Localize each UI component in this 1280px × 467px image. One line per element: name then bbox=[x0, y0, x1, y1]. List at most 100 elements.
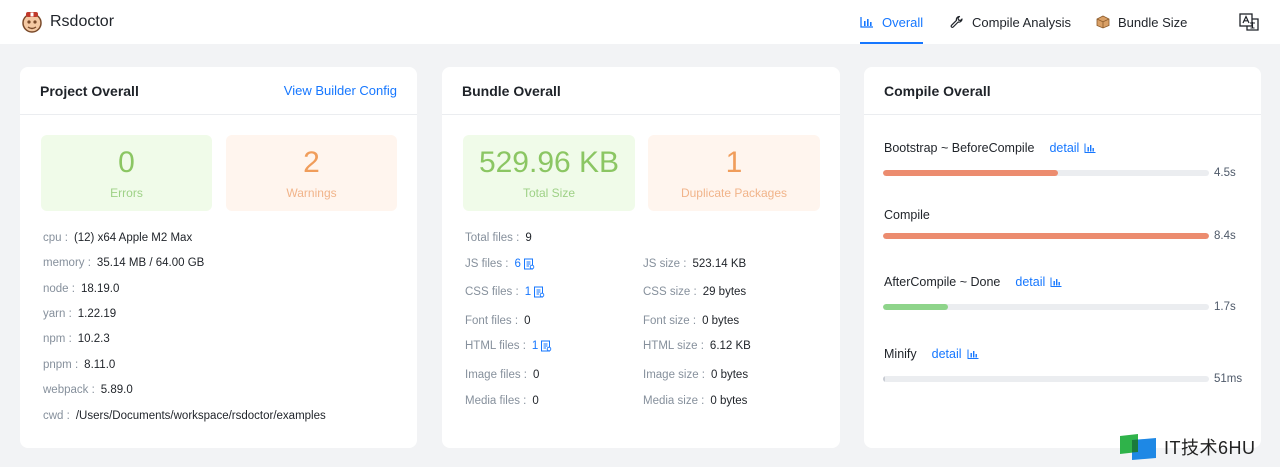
file-count-value: 0 bbox=[524, 315, 531, 327]
size-key: HTML size : bbox=[643, 340, 704, 352]
bundle-overall-card: Bundle Overall 529.96 KB Total Size 1 Du… bbox=[442, 67, 840, 448]
project-card-header: Project Overall View Builder Config bbox=[20, 67, 417, 115]
compile-step-bar-fill bbox=[883, 233, 1209, 239]
compile-step-time: 8.4s bbox=[1214, 230, 1236, 242]
compile-step-time: 1.7s bbox=[1214, 301, 1236, 313]
warnings-stat[interactable]: 2 Warnings bbox=[226, 135, 397, 211]
compile-step-bar-fill bbox=[883, 170, 1058, 176]
file-count-value: 0 bbox=[533, 369, 540, 381]
css-files-row: CSS files : 1 bbox=[465, 286, 545, 298]
tab-overall-label: Overall bbox=[882, 14, 924, 30]
translate-icon bbox=[1239, 13, 1259, 31]
total-size-stat[interactable]: 529.96 KB Total Size bbox=[463, 135, 635, 211]
language-switch-button[interactable] bbox=[1239, 13, 1259, 31]
font-files-row: Font files : 0 bbox=[465, 315, 530, 327]
compile-step-time: 51ms bbox=[1214, 373, 1243, 385]
file-count-key: HTML files : bbox=[465, 340, 526, 352]
env-row-cwd: cwd : /Users/Documents/workspace/rsdocto… bbox=[43, 410, 326, 422]
duplicate-packages-count: 1 bbox=[725, 146, 743, 179]
detail-link[interactable]: detail bbox=[932, 347, 979, 361]
file-count-value: 0 bbox=[532, 395, 539, 407]
project-card-title: Project Overall bbox=[40, 82, 139, 99]
compile-step-title: Minify detail bbox=[884, 347, 979, 361]
env-row-node: node : 18.19.0 bbox=[43, 283, 119, 295]
js-files-link[interactable]: 6 bbox=[514, 258, 535, 270]
file-list-icon bbox=[523, 258, 535, 270]
env-key: npm : bbox=[43, 333, 72, 345]
compile-card-title: Compile Overall bbox=[884, 82, 991, 99]
compile-step-bar bbox=[883, 233, 1209, 239]
project-overall-card: Project Overall View Builder Config 0 Er… bbox=[20, 67, 417, 448]
errors-stat[interactable]: 0 Errors bbox=[41, 135, 212, 211]
css-files-link[interactable]: 1 bbox=[525, 286, 545, 298]
detail-link-label: detail bbox=[1015, 275, 1046, 289]
detail-link-label: detail bbox=[1049, 141, 1080, 155]
rsdoctor-logo-icon bbox=[22, 12, 42, 33]
compile-step-bar-fill bbox=[883, 376, 885, 382]
file-count-value: 6 bbox=[514, 258, 521, 270]
media-files-row: Media files : 0 bbox=[465, 395, 539, 407]
file-count-value: 1 bbox=[524, 286, 532, 298]
compile-step-time: 4.5s bbox=[1214, 167, 1236, 179]
bar-chart-icon bbox=[1084, 143, 1096, 153]
warnings-count: 2 bbox=[303, 146, 320, 179]
tab-compile-analysis[interactable]: Compile Analysis bbox=[950, 0, 1071, 44]
env-key: pnpm : bbox=[43, 359, 79, 371]
env-row-pnpm: pnpm : 8.11.0 bbox=[43, 359, 115, 371]
watermark: IT技术6HU bbox=[1118, 432, 1256, 462]
tab-bundle-size[interactable]: Bundle Size bbox=[1096, 0, 1187, 44]
env-value: /Users/Documents/workspace/rsdoctor/exam… bbox=[75, 410, 326, 422]
compile-step-title: Bootstrap ~ BeforeCompile detail bbox=[884, 141, 1096, 155]
errors-label: Errors bbox=[110, 186, 143, 200]
tab-compile-analysis-label: Compile Analysis bbox=[972, 14, 1071, 30]
watermark-logo-icon bbox=[1120, 434, 1156, 460]
view-builder-config-link[interactable]: View Builder Config bbox=[284, 83, 397, 98]
file-count-key: Font files : bbox=[465, 315, 519, 327]
env-key: node : bbox=[43, 283, 75, 295]
html-files-link[interactable]: 1 bbox=[532, 340, 552, 352]
compile-card-header: Compile Overall bbox=[864, 67, 1261, 115]
file-count-value: 1 bbox=[531, 340, 539, 352]
brand[interactable]: Rsdoctor bbox=[18, 8, 114, 36]
env-value: 18.19.0 bbox=[80, 283, 120, 295]
top-header: Rsdoctor Overall Compile Analysis Bundle… bbox=[0, 0, 1280, 44]
compile-step-title: AfterCompile ~ Done detail bbox=[884, 275, 1062, 289]
file-list-icon bbox=[534, 286, 545, 298]
size-key: CSS size : bbox=[643, 286, 697, 298]
css-size-row: CSS size : 29 bytes bbox=[643, 286, 746, 298]
detail-link[interactable]: detail bbox=[1015, 275, 1062, 289]
js-size-row: JS size : 523.14 KB bbox=[643, 258, 746, 270]
total-size-label: Total Size bbox=[522, 186, 576, 200]
total-size-value: 529.96 KB bbox=[478, 146, 620, 179]
js-files-row: JS files : 6 bbox=[465, 258, 535, 270]
bundle-card-header: Bundle Overall bbox=[442, 67, 840, 115]
env-key: webpack : bbox=[43, 384, 95, 396]
font-size-row: Font size : 0 bytes bbox=[643, 315, 739, 327]
app-name: Rsdoctor bbox=[50, 13, 115, 30]
file-count-key: Total files : bbox=[465, 232, 520, 244]
size-value: 0 bytes bbox=[711, 369, 749, 381]
env-value: 1.22.19 bbox=[77, 308, 117, 320]
env-key: cpu : bbox=[43, 232, 68, 244]
watermark-text: IT技术6HU bbox=[1164, 438, 1256, 458]
bar-chart-icon bbox=[1050, 277, 1062, 287]
env-value: (12) x64 Apple M2 Max bbox=[73, 232, 193, 244]
env-row-cpu: cpu : (12) x64 Apple M2 Max bbox=[43, 232, 192, 244]
active-tab-indicator bbox=[860, 42, 924, 44]
env-value: 35.14 MB / 64.00 GB bbox=[96, 257, 205, 269]
file-count-key: Media files : bbox=[465, 395, 527, 407]
duplicate-packages-label: Duplicate Packages bbox=[680, 186, 788, 200]
file-count-key: Image files : bbox=[465, 369, 527, 381]
file-count-key: CSS files : bbox=[465, 286, 519, 298]
env-row-npm: npm : 10.2.3 bbox=[43, 333, 110, 345]
duplicate-packages-stat[interactable]: 1 Duplicate Packages bbox=[648, 135, 820, 211]
file-count-key: JS files : bbox=[465, 258, 509, 270]
file-list-icon bbox=[541, 340, 552, 352]
size-key: Media size : bbox=[643, 395, 705, 407]
env-key: memory : bbox=[43, 257, 91, 269]
detail-link[interactable]: detail bbox=[1049, 141, 1096, 155]
tab-overall[interactable]: Overall bbox=[860, 0, 924, 44]
size-value: 0 bytes bbox=[702, 315, 740, 327]
bar-chart-icon bbox=[967, 349, 979, 359]
html-files-row: HTML files : 1 bbox=[465, 340, 552, 352]
